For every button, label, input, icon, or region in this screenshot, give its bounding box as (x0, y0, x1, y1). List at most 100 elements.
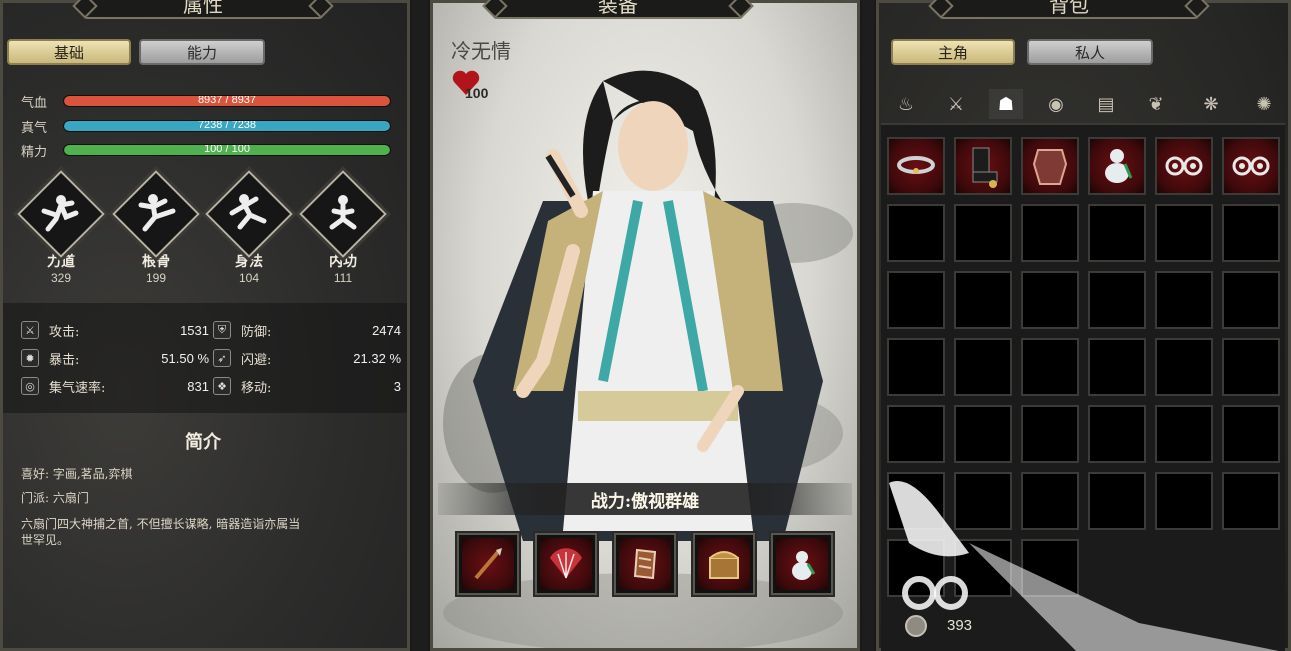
stat-dodge: ➶ 闪避: 21.32 % (213, 348, 401, 368)
combat-power-band: 战力:傲视群雄 (438, 483, 852, 515)
inventory-slot-empty[interactable] (1021, 204, 1079, 262)
inventory-slot-empty[interactable] (1021, 472, 1079, 530)
inventory-slot-empty[interactable] (1222, 405, 1280, 463)
spear-icon (462, 538, 514, 590)
tab-private[interactable]: 私人 (1027, 39, 1153, 65)
inventory-slot-3[interactable] (1021, 137, 1079, 195)
hp-value: 8937 / 8937 (197, 95, 257, 106)
tab-basic[interactable]: 基础 (7, 39, 131, 65)
inventory-slot-empty[interactable] (1222, 204, 1280, 262)
herb-icon[interactable]: ❦ (1139, 89, 1173, 119)
inventory-panel: 背包 主角 私人 ♨ ⚔ ☗ ◉ ▤ ❦ ❋ ✺ 393 (874, 0, 1291, 651)
inventory-slot-empty[interactable] (1155, 271, 1213, 329)
inventory-slot-empty[interactable] (1088, 338, 1146, 396)
stat-dodge-value: 21.32 % (353, 350, 401, 366)
bio-desc-line2: 世罕见。 (21, 533, 70, 547)
inventory-slot-empty[interactable] (887, 405, 945, 463)
inventory-slot-empty[interactable] (1222, 338, 1280, 396)
inventory-slot-empty[interactable] (1155, 204, 1213, 262)
attribute-agility[interactable]: 身法 104 (200, 165, 298, 285)
equip-slot-accessory[interactable] (691, 531, 757, 597)
equip-slot-offhand[interactable] (533, 531, 599, 597)
inventory-slot-empty[interactable] (954, 539, 1012, 597)
armor-icon[interactable]: ☗ (989, 89, 1023, 119)
inventory-slot-5[interactable] (1155, 137, 1213, 195)
inventory-slot-empty[interactable] (1088, 472, 1146, 530)
inventory-slot-empty[interactable] (1155, 338, 1213, 396)
inventory-slot-empty[interactable] (954, 271, 1012, 329)
bio-sect: 门派: 六扇门 (21, 491, 89, 505)
accessory-icon[interactable]: ◉ (1039, 89, 1073, 119)
inventory-slot-6[interactable] (1222, 137, 1280, 195)
attribute-inner-power-value: 111 (333, 271, 353, 285)
fan-icon (540, 538, 592, 590)
stat-crit: ✹ 暴击: 51.50 % (21, 348, 209, 368)
stat-crit-label: 暴击: (49, 352, 80, 368)
inventory-slot-empty[interactable] (1088, 271, 1146, 329)
character-name: 冷无情 (451, 39, 511, 63)
mp-bar: 7238 / 7238 (63, 120, 391, 132)
inventory-slot-empty[interactable] (887, 204, 945, 262)
book-icon[interactable]: ▤ (1089, 89, 1123, 119)
tab-basic-label: 基础 (53, 43, 84, 62)
inventory-slot-empty[interactable] (954, 472, 1012, 530)
mp-bar-row: 真气 7238 / 7238 (21, 117, 391, 136)
inventory-slot-1[interactable] (887, 137, 945, 195)
attribute-constitution[interactable]: 根骨 199 (107, 165, 205, 285)
mp-value: 7238 / 7238 (197, 120, 257, 131)
attribute-inner-power[interactable]: 内功 111 (294, 165, 392, 285)
stat-dodge-label: 闪避: (241, 352, 272, 368)
mp-label: 真气 (21, 120, 48, 136)
inventory-slot-empty[interactable] (1088, 204, 1146, 262)
inventory-slot-empty[interactable] (887, 472, 945, 530)
all-items-icon[interactable]: ♨ (889, 89, 923, 119)
inventory-slot-empty[interactable] (887, 338, 945, 396)
attributes-title: 属性 (183, 0, 223, 17)
inventory-slot-2[interactable] (954, 137, 1012, 195)
stat-move: ❖ 移动: 3 (213, 376, 401, 396)
inventory-slot-empty[interactable] (1155, 472, 1213, 530)
material-icon[interactable]: ❋ (1194, 89, 1228, 119)
misc-icon[interactable]: ✺ (1247, 89, 1281, 119)
stat-move-value: 3 (393, 378, 401, 394)
gourd-icon (776, 538, 828, 590)
attribute-constitution-value: 199 (145, 271, 167, 285)
inventory-slot-empty[interactable] (1155, 405, 1213, 463)
inventory-slot-empty[interactable] (1021, 405, 1079, 463)
inventory-slot-empty[interactable] (1088, 405, 1146, 463)
inventory-slot-4[interactable] (1088, 137, 1146, 195)
stat-charge-rate: ◎ 集气速率: 831 (21, 376, 209, 396)
equip-slot-armor[interactable] (612, 531, 678, 597)
bio-title: 简介 (185, 432, 221, 453)
tab-ability[interactable]: 能力 (139, 39, 265, 65)
inventory-slot-empty[interactable] (887, 539, 945, 597)
weapons-icon[interactable]: ⚔ (939, 89, 973, 119)
inventory-slot-empty[interactable] (1222, 271, 1280, 329)
hp-label: 气血 (21, 95, 48, 111)
equip-slot-weapon[interactable] (455, 531, 521, 597)
leap-pose-icon (200, 165, 298, 263)
inventory-slot-empty[interactable] (1021, 271, 1079, 329)
boots-icon (972, 147, 998, 188)
inventory-slot-empty[interactable] (1222, 472, 1280, 530)
stamina-value: 100 / 100 (204, 144, 250, 155)
stamina-bar-row: 精力 100 / 100 (21, 141, 391, 160)
meditate-pose-icon (294, 165, 392, 263)
stat-defense-value: 2474 (372, 322, 401, 338)
stat-attack: ⚔ 攻击: 1531 (21, 320, 209, 340)
stat-crit-value: 51.50 % (161, 350, 209, 366)
inventory-slot-empty[interactable] (954, 338, 1012, 396)
tab-main-character[interactable]: 主角 (891, 39, 1015, 65)
inventory-title: 背包 (1049, 0, 1089, 17)
inventory-slot-empty[interactable] (954, 204, 1012, 262)
inventory-slot-empty[interactable] (1021, 539, 1079, 597)
fist-pose-icon (12, 165, 110, 263)
money-value: 393 (947, 617, 973, 634)
stamina-label: 精力 (21, 144, 48, 160)
equip-slot-item[interactable] (769, 531, 835, 597)
inventory-slot-empty[interactable] (887, 271, 945, 329)
boots-icon: ❖ (213, 377, 231, 395)
inventory-slot-empty[interactable] (1021, 338, 1079, 396)
attribute-strength[interactable]: 力道 329 (12, 165, 110, 285)
inventory-slot-empty[interactable] (954, 405, 1012, 463)
